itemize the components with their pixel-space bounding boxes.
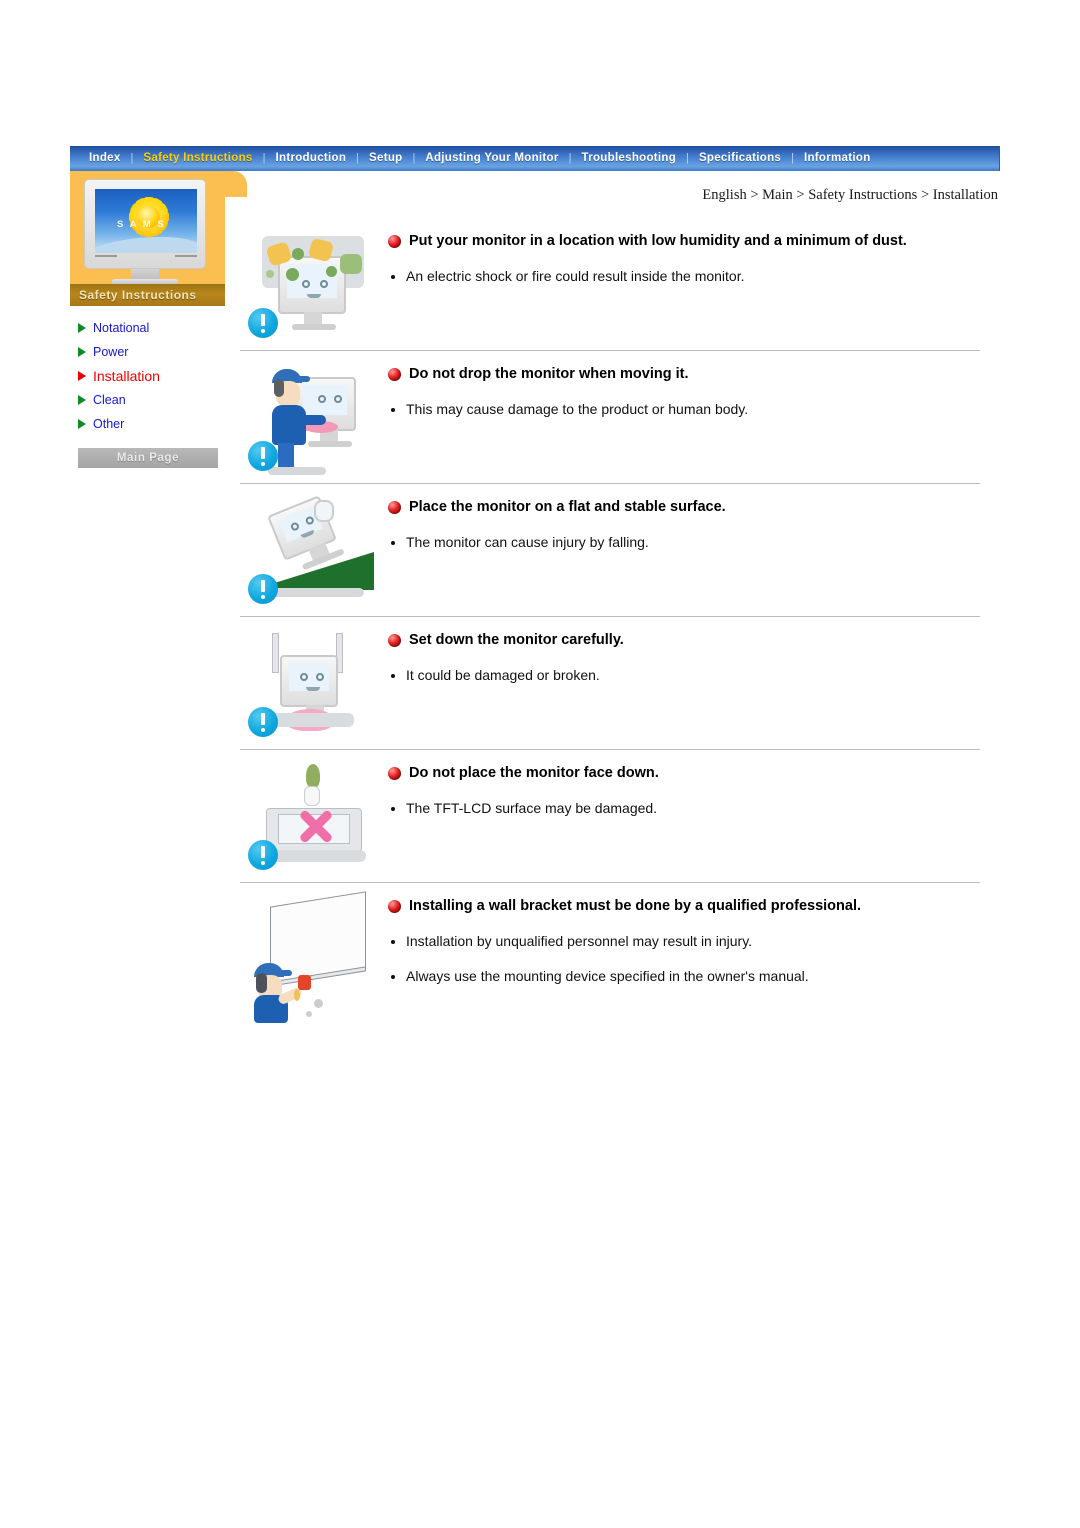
safety-section: Do not drop the monitor when moving it. …	[240, 350, 980, 483]
x-cross-icon	[296, 806, 336, 846]
nav-item-index[interactable]: Index	[80, 146, 130, 171]
nav-item-adjusting-your-monitor[interactable]: Adjusting Your Monitor	[416, 146, 567, 171]
section-text: Installing a wall bracket must be done b…	[388, 883, 980, 1023]
sidebar-item-label: Clean	[93, 393, 126, 407]
warning-exclamation-icon	[248, 308, 278, 338]
monitor-falling-off-slope-illustration	[248, 495, 380, 608]
section-illustration	[240, 218, 388, 342]
green-triangle-icon	[78, 347, 86, 357]
nav-item-setup[interactable]: Setup	[360, 146, 411, 171]
sidebar-item-installation[interactable]: Installation	[78, 364, 230, 388]
section-heading: Do not place the monitor face down.	[409, 765, 659, 781]
section-bullet-list: The monitor can cause injury by falling.	[388, 534, 980, 550]
warning-exclamation-icon	[248, 707, 278, 737]
section-heading-row: Do not drop the monitor when moving it.	[388, 365, 980, 385]
sidebar-item-notational[interactable]: Notational	[78, 316, 230, 340]
monitor-set-down-hard-illustration	[248, 629, 380, 741]
red-ball-bullet-icon	[388, 501, 401, 514]
section-bullet-list: Installation by unqualified personnel ma…	[388, 933, 980, 984]
section-bullet-list: It could be damaged or broken.	[388, 667, 980, 683]
warning-exclamation-icon	[248, 441, 278, 471]
red-ball-bullet-icon	[388, 235, 401, 248]
section-illustration	[240, 351, 388, 475]
monitor-illustration-icon: S A M S	[84, 179, 206, 287]
sidebar-item-other[interactable]: Other	[78, 412, 230, 436]
section-illustration	[240, 883, 388, 1023]
section-heading-row: Installing a wall bracket must be done b…	[388, 897, 980, 917]
section-heading-row: Place the monitor on a flat and stable s…	[388, 498, 980, 518]
main-page-button[interactable]: Main Page	[78, 448, 218, 468]
nav-item-specifications[interactable]: Specifications	[690, 146, 790, 171]
section-illustration	[240, 484, 388, 608]
nav-item-introduction[interactable]: Introduction	[267, 146, 356, 171]
monitor-brand-text: S A M S	[117, 219, 166, 230]
sidebar-item-label: Installation	[93, 368, 160, 384]
top-navigation-bar: Index | Safety Instructions | Introducti…	[70, 146, 1000, 171]
red-ball-bullet-icon	[388, 900, 401, 913]
warning-exclamation-icon	[248, 574, 278, 604]
sidebar-nav-list: Notational Power Installation Clean Othe…	[70, 316, 230, 436]
section-text: Set down the monitor carefully. It could…	[388, 617, 980, 741]
red-ball-bullet-icon	[388, 634, 401, 647]
sun-burst-icon	[128, 196, 170, 238]
red-ball-bullet-icon	[388, 368, 401, 381]
section-heading-row: Do not place the monitor face down.	[388, 764, 980, 784]
sidebar: S A M S Safety Instructions Notational P…	[70, 171, 247, 468]
section-heading: Do not drop the monitor when moving it.	[409, 366, 689, 382]
section-text: Do not drop the monitor when moving it. …	[388, 351, 980, 475]
sidebar-brand-caption: Safety Instructions	[70, 284, 225, 306]
section-bullet-list: The TFT-LCD surface may be damaged.	[388, 800, 980, 816]
sidebar-brand-card: S A M S Safety Instructions	[70, 171, 247, 306]
nav-item-troubleshooting[interactable]: Troubleshooting	[573, 146, 686, 171]
list-item: The monitor can cause injury by falling.	[388, 534, 980, 550]
nav-item-safety-instructions[interactable]: Safety Instructions	[134, 146, 261, 171]
sidebar-item-clean[interactable]: Clean	[78, 388, 230, 412]
section-heading: Place the monitor on a flat and stable s…	[409, 499, 726, 515]
breadcrumb: English > Main > Safety Instructions > I…	[702, 187, 998, 203]
safety-section: Set down the monitor carefully. It could…	[240, 616, 980, 749]
person-carrying-monitor-illustration	[248, 363, 380, 475]
section-bullet-list: An electric shock or fire could result i…	[388, 268, 980, 284]
section-bullet-list: This may cause damage to the product or …	[388, 401, 980, 417]
safety-section: Do not place the monitor face down. The …	[240, 749, 980, 882]
sidebar-item-label: Other	[93, 417, 125, 431]
safety-section: Installing a wall bracket must be done b…	[240, 882, 980, 1031]
section-illustration	[240, 750, 388, 874]
section-heading-row: Put your monitor in a location with low …	[388, 232, 980, 252]
red-ball-bullet-icon	[388, 767, 401, 780]
section-heading: Set down the monitor carefully.	[409, 632, 624, 648]
section-illustration	[240, 617, 388, 741]
section-text: Put your monitor in a location with low …	[388, 218, 980, 342]
list-item: Always use the mounting device specified…	[388, 968, 980, 984]
page-root: Index | Safety Instructions | Introducti…	[0, 0, 1080, 1528]
section-heading: Installing a wall bracket must be done b…	[409, 898, 862, 914]
section-heading: Put your monitor in a location with low …	[409, 233, 907, 249]
section-heading-row: Set down the monitor carefully.	[388, 631, 980, 651]
list-item: Installation by unqualified personnel ma…	[388, 933, 980, 949]
list-item: An electric shock or fire could result i…	[388, 268, 980, 284]
sidebar-item-label: Power	[93, 345, 129, 359]
list-item: The TFT-LCD surface may be damaged.	[388, 800, 980, 816]
sidebar-item-power[interactable]: Power	[78, 340, 230, 364]
red-triangle-icon	[78, 371, 86, 381]
green-triangle-icon	[78, 323, 86, 333]
nav-item-information[interactable]: Information	[795, 146, 880, 171]
monitor-face-down-crossed-illustration	[248, 762, 380, 874]
warning-exclamation-icon	[248, 840, 278, 870]
sidebar-item-label: Notational	[93, 321, 150, 335]
wall-bracket-installer-illustration	[248, 891, 380, 1023]
monitor-with-dust-illustration	[248, 230, 380, 342]
safety-section: Put your monitor in a location with low …	[240, 218, 980, 350]
list-item: This may cause damage to the product or …	[388, 401, 980, 417]
safety-section: Place the monitor on a flat and stable s…	[240, 483, 980, 616]
green-triangle-icon	[78, 419, 86, 429]
section-text: Place the monitor on a flat and stable s…	[388, 484, 980, 608]
content-area: Put your monitor in a location with low …	[240, 218, 980, 1031]
list-item: It could be damaged or broken.	[388, 667, 980, 683]
green-triangle-icon	[78, 395, 86, 405]
section-text: Do not place the monitor face down. The …	[388, 750, 980, 874]
